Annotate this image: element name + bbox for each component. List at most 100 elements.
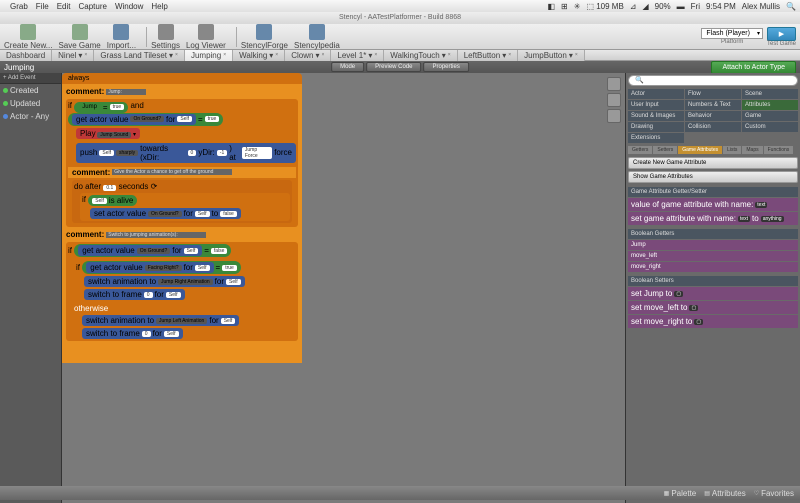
volume-icon[interactable]: ◢ xyxy=(643,2,649,11)
show-game-attrs-button[interactable]: Show Game Attributes xyxy=(628,171,798,183)
tab-item[interactable]: JumpButton▾× xyxy=(518,50,585,61)
play-block[interactable]: Play Jump Sound ▾ xyxy=(76,128,140,139)
event-updated[interactable]: Updated xyxy=(0,97,61,110)
help-menu[interactable]: Help xyxy=(151,2,167,11)
cat-numbers[interactable]: Numbers & Text xyxy=(685,100,741,110)
user-name[interactable]: Alex Mullis xyxy=(742,2,780,11)
block-canvas[interactable]: always comment: if Jump=true and get act… xyxy=(62,73,625,503)
palette-search[interactable] xyxy=(628,75,798,86)
comment-block[interactable]: comment: xyxy=(62,86,302,97)
cat-custom[interactable]: Custom xyxy=(742,122,798,132)
subtab-getters[interactable]: Getters xyxy=(628,146,652,154)
if-block[interactable]: if Jump=true and get actor valueOn Groun… xyxy=(66,99,298,227)
tab-item[interactable]: Walking▾× xyxy=(233,50,285,61)
create-new-button[interactable]: Create New... xyxy=(4,24,52,50)
edit-menu[interactable]: Edit xyxy=(57,2,71,11)
platform-dropdown[interactable]: Flash (Player) xyxy=(701,28,763,39)
push-block[interactable]: pushSelfsharplytowards (xDir:0yDir:-1) a… xyxy=(76,143,296,163)
spotlight-icon[interactable]: 🔍 xyxy=(786,2,796,11)
document-tabs: Dashboard Ninel▾× Grass Land Tileset▾× J… xyxy=(0,50,800,61)
cat-game[interactable]: Game xyxy=(742,111,798,121)
subtab-lists[interactable]: Lists xyxy=(723,146,741,154)
tab-item[interactable]: Clown▾× xyxy=(285,50,331,61)
events-sidebar: + Add Event Created Updated Actor - Any xyxy=(0,73,62,503)
if-block[interactable]: if Self is alive set actor valueOn Groun… xyxy=(80,193,290,222)
cat-behavior[interactable]: Behavior xyxy=(685,111,741,121)
section-header: Boolean Getters xyxy=(628,229,798,239)
cat-attributes[interactable]: Attributes xyxy=(742,100,798,110)
block-template[interactable]: Jump xyxy=(628,240,798,250)
tab-item[interactable]: Grass Land Tileset▾× xyxy=(94,50,185,61)
capture-menu[interactable]: Capture xyxy=(78,2,106,11)
tab-item[interactable]: Level 1*▾× xyxy=(331,50,384,61)
tab-item[interactable]: Ninel▾× xyxy=(52,50,94,61)
if-block[interactable]: if get actor valueFacing Right?forSelf=t… xyxy=(74,259,296,302)
settings-button[interactable]: Settings xyxy=(151,24,180,50)
block-template[interactable]: set move_right to▢ xyxy=(628,315,798,328)
do-after-block[interactable]: do after 0.1 seconds ⟳ if Self is alive … xyxy=(72,180,292,224)
attributes-tab[interactable]: ▤ Attributes xyxy=(704,489,745,498)
cat-scene[interactable]: Scene xyxy=(742,89,798,99)
tab-item[interactable]: LeftButton▾× xyxy=(458,50,518,61)
subtab-functions[interactable]: Functions xyxy=(764,146,794,154)
subtab-game-attrs[interactable]: Game Attributes xyxy=(678,146,722,154)
cat-sound[interactable]: Sound & Images xyxy=(628,111,684,121)
comment-block[interactable]: comment: xyxy=(68,167,296,178)
cat-collision[interactable]: Collision xyxy=(685,122,741,132)
event-created[interactable]: Created xyxy=(0,84,61,97)
subtab-maps[interactable]: Maps xyxy=(742,146,762,154)
tab-item[interactable]: WalkingTouch▾× xyxy=(384,50,457,61)
window-menu[interactable]: Window xyxy=(115,2,143,11)
behavior-header: Jumping Mode Preview Code Properties Att… xyxy=(0,61,800,73)
cat-extensions[interactable]: Extensions xyxy=(628,133,684,143)
stencylpedia-button[interactable]: Stencylpedia xyxy=(294,24,340,50)
status-icon: ⊞ xyxy=(561,2,568,11)
cat-actor[interactable]: Actor xyxy=(628,89,684,99)
import-button[interactable]: Import... xyxy=(107,24,136,50)
block-template[interactable]: value of game attribute with name:text xyxy=(628,198,798,211)
save-game-button[interactable]: Save Game xyxy=(58,24,100,50)
add-event-button[interactable]: + Add Event xyxy=(0,73,61,84)
app-menu[interactable]: Grab xyxy=(10,2,28,11)
block-template[interactable]: move_left xyxy=(628,251,798,261)
set-value-block[interactable]: set actor valueOn Ground?forSelftofalse xyxy=(90,208,241,219)
switch-anim-block[interactable]: switch animation to Jump Left Animation … xyxy=(82,315,239,326)
block-template[interactable]: set Jump to▢ xyxy=(628,287,798,300)
trash-icon[interactable] xyxy=(607,109,621,123)
properties-button[interactable]: Properties xyxy=(424,62,469,72)
block-template[interactable]: move_right xyxy=(628,262,798,272)
switch-anim-block[interactable]: switch animation to Jump Right Animation… xyxy=(84,276,245,287)
switch-frame-block[interactable]: switch to frame 0 for Self xyxy=(84,289,185,300)
tab-jumping[interactable]: Jumping× xyxy=(185,50,233,61)
system-menubar: Grab File Edit Capture Window Help ◧ ⊞ ✳… xyxy=(0,0,800,12)
switch-frame-block[interactable]: switch to frame 0 for Self xyxy=(82,328,183,339)
attach-button[interactable]: Attach to Actor Type xyxy=(711,61,796,74)
otherwise-block[interactable]: otherwise xyxy=(74,304,296,313)
favorites-tab[interactable]: ♡ Favorites xyxy=(754,489,794,498)
subtab-setters[interactable]: Setters xyxy=(653,146,677,154)
canvas-tool[interactable] xyxy=(607,93,621,107)
behavior-title: Jumping xyxy=(4,63,34,72)
tab-dashboard[interactable]: Dashboard xyxy=(0,50,52,61)
preview-code-button[interactable]: Preview Code xyxy=(366,62,421,72)
if-block[interactable]: if get actor valueOn Ground?forSelf=fals… xyxy=(66,242,298,341)
event-actor-any[interactable]: Actor - Any xyxy=(0,110,61,123)
palette-tab[interactable]: ▦ Palette xyxy=(664,489,697,498)
block-template[interactable]: set move_left to▢ xyxy=(628,301,798,314)
mode-button[interactable]: Mode xyxy=(331,62,364,72)
file-menu[interactable]: File xyxy=(36,2,49,11)
test-game-button[interactable]: ▶ xyxy=(767,27,796,41)
block-template[interactable]: set game attribute with name:texttoanyth… xyxy=(628,212,798,225)
cat-drawing[interactable]: Drawing xyxy=(628,122,684,132)
battery-icon: ▬ xyxy=(677,2,685,11)
always-block[interactable]: always comment: if Jump=true and get act… xyxy=(62,73,302,363)
comment-block[interactable]: comment: xyxy=(62,229,302,240)
canvas-tool[interactable] xyxy=(607,77,621,91)
cat-user-input[interactable]: User Input xyxy=(628,100,684,110)
cat-flow[interactable]: Flow xyxy=(685,89,741,99)
section-header: Boolean Setters xyxy=(628,276,798,286)
create-game-attr-button[interactable]: Create New Game Attribute xyxy=(628,157,798,169)
log-viewer-button[interactable]: Log Viewer xyxy=(186,24,226,50)
stencylforge-button[interactable]: StencylForge xyxy=(241,24,288,50)
wifi-icon[interactable]: ⊿ xyxy=(630,2,637,11)
